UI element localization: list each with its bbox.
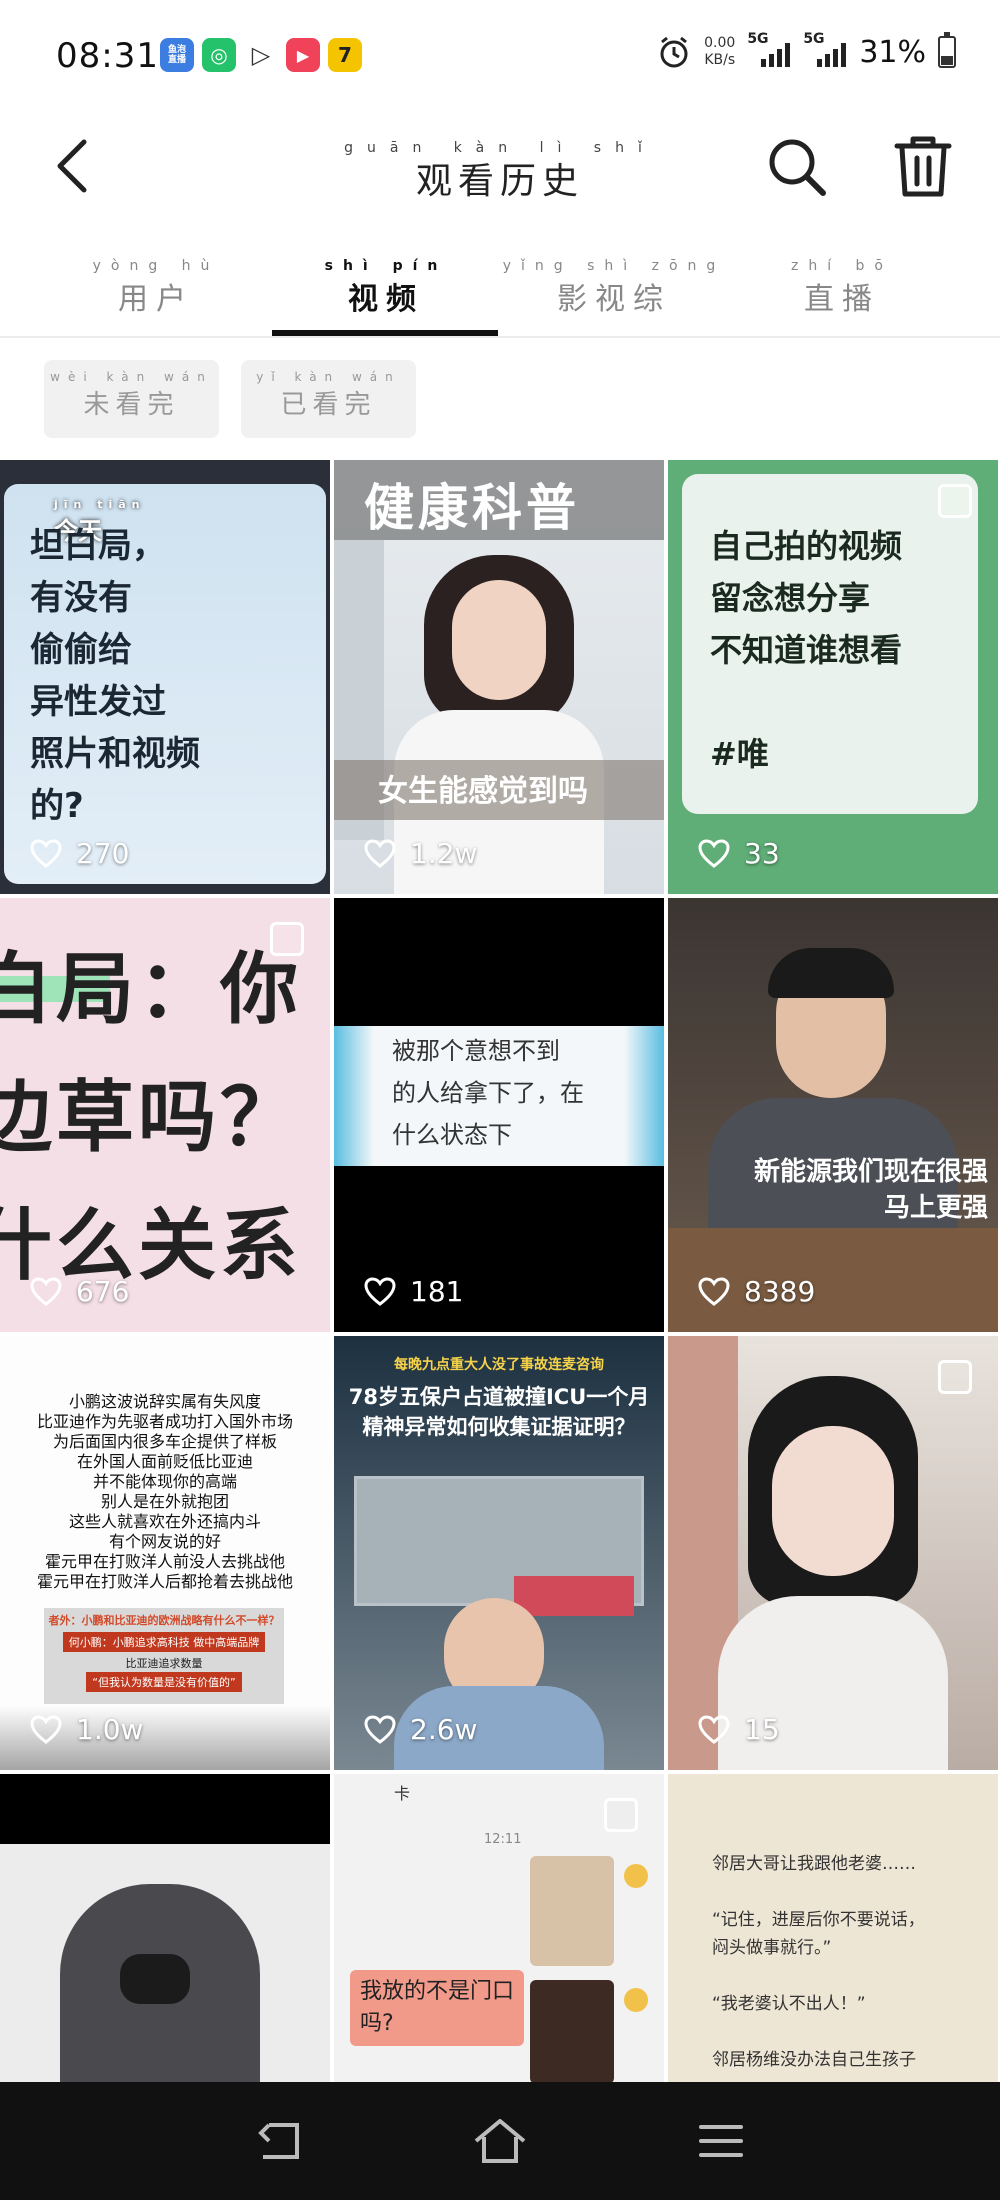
thumb-inset: 者外：小鹏和比亚迪的欧洲战略有什么不一样？ 何小鹏：小鹏追求高科技 做中高端品牌… (44, 1608, 284, 1704)
nav-menu-button[interactable] (686, 2106, 756, 2176)
battery-icon (938, 32, 956, 68)
likes-count: 270 (30, 837, 129, 870)
thumb-top-text: 每晚九点重大人没了事故连麦咨询 (394, 1357, 604, 1373)
thumb-overlay-text: 白局：你 边草吗？ 什么关系 (0, 945, 303, 1291)
thumb-top-text: 健康科普 (364, 479, 580, 537)
net-speed-unit: KB/s (704, 52, 736, 68)
video-thumb-7[interactable]: 小鹏这波说辞实属有失风度 比亚迪作为先驱者成功打入国外市场 为后面国内很多车企提… (0, 1336, 330, 1770)
filter-finished-chip[interactable]: yǐ kàn wán 已看完 (241, 360, 416, 438)
select-checkbox[interactable] (270, 922, 304, 956)
likes-count: 676 (30, 1275, 129, 1308)
video-thumb-12[interactable]: 邻居大哥让我跟他老婆…… “记住，进屋后你不要说话， 闷头做事就行。” “我老婆… (668, 1774, 998, 2084)
likes-count: 15 (698, 1713, 780, 1746)
heart-icon (698, 1714, 730, 1744)
chat-time: 12:11 (484, 1832, 522, 1847)
battery-text: 31% (859, 34, 926, 70)
likes-count: 1.0w (30, 1713, 143, 1746)
heart-icon (364, 838, 396, 868)
play-app-icon: ▷ (244, 38, 278, 72)
select-checkbox[interactable] (938, 484, 972, 518)
video-app-icon: ▶ (286, 38, 320, 72)
thumb-caption: 78岁五保户占道被撞ICU一个月 精神异常如何收集证据证明？ (348, 1385, 650, 1439)
nav-back-button[interactable] (245, 2106, 315, 2176)
tab-videos[interactable]: shì pín 视频 (272, 250, 500, 338)
video-thumb-11[interactable]: 卡 12:11 我放的不是门口 吗? (334, 1774, 664, 2084)
thumb-caption: 新能源我们现在很强 马上更强 (753, 1157, 988, 1223)
select-checkbox[interactable] (938, 1360, 972, 1394)
page-title-text: 观看历史 (415, 161, 584, 202)
home-icon (474, 2119, 526, 2163)
thumb-overlay-text: 邻居大哥让我跟他老婆…… “记住，进屋后你不要说话， 闷头做事就行。” “我老婆… (712, 1854, 925, 2070)
video-thumb-10[interactable] (0, 1774, 330, 2084)
video-thumb-5[interactable]: 被那个意想不到 的人给拿下了，在 什么状态下 181 (334, 898, 664, 1332)
video-thumb-4[interactable]: 白局：你 边草吗？ 什么关系 676 (0, 898, 330, 1332)
chat-bubble: 我放的不是门口 吗? (350, 1970, 525, 2046)
search-icon (769, 139, 826, 196)
page-title: guān kàn lì shǐ 观看历史 (0, 140, 1000, 204)
filter-unfinished-chip[interactable]: wèi kàn wán 未看完 (44, 360, 219, 438)
qimao-app-icon: 7 (328, 38, 362, 72)
yuqi-live-icon: 鱼泡 直播 (160, 38, 194, 72)
camera-app-icon: ◎ (202, 38, 236, 72)
thumb-overlay-text: 坦白局， 有没有 偷偷给 异性发过 照片和视频 的? (30, 526, 200, 826)
heart-icon (698, 1276, 730, 1306)
delete-button[interactable] (888, 132, 958, 202)
alarm-icon (660, 36, 688, 68)
video-thumb-1[interactable]: jīn tiān 今天 坦白局， 有没有 偷偷给 异性发过 照片和视频 的? 2… (0, 460, 330, 894)
nav-home-button[interactable] (465, 2106, 535, 2176)
tab-live[interactable]: zhí bō 直播 (728, 250, 956, 338)
select-checkbox[interactable] (604, 1798, 638, 1832)
likes-count: 181 (364, 1275, 463, 1308)
thumb-overlay-text: 被那个意想不到 的人给拿下了，在 什么状态下 (392, 1037, 584, 1149)
category-tabs: yòng hù 用户 shì pín 视频 yǐng shì zōng 影视综 … (0, 250, 1000, 338)
heart-icon (698, 838, 730, 868)
video-thumb-8[interactable]: 每晚九点重大人没了事故连麦咨询 78岁五保户占道被撞ICU一个月 精神异常如何收… (334, 1336, 664, 1770)
signal-sim1-icon: 5G (747, 31, 791, 67)
trash-icon (894, 136, 952, 197)
status-bar: 08:31 鱼泡 直播 ◎ ▷ ▶ 7 0.00 KB/s 5G 5G 31% (0, 0, 1000, 110)
net-speed: 0.00 KB/s (704, 35, 735, 69)
status-right: 0.00 KB/s 5G 5G 31% (656, 31, 956, 70)
heart-icon (30, 1714, 62, 1744)
page-title-pinyin: guān kàn lì shǐ (344, 140, 656, 156)
video-thumb-6[interactable]: 新能源我们现在很强 马上更强 8389 (668, 898, 998, 1332)
thumb-overlay-text: 自己拍的视频 留念想分享 不知道谁想看 #唯 (710, 527, 903, 773)
nav-back-icon (258, 2123, 299, 2159)
video-thumb-9[interactable]: 15 (668, 1336, 998, 1770)
tab-film-tv-variety[interactable]: yǐng shì zōng 影视综 (500, 250, 728, 338)
system-nav-bar (0, 2082, 1000, 2200)
likes-count: 33 (698, 837, 780, 870)
tab-users[interactable]: yòng hù 用户 (42, 250, 270, 338)
likes-count: 2.6w (364, 1713, 477, 1746)
status-app-icons: 鱼泡 直播 ◎ ▷ ▶ 7 (160, 38, 362, 72)
heart-icon (364, 1714, 396, 1744)
thumb-overlay-text: 小鹏这波说辞实属有失风度 比亚迪作为先驱者成功打入国外市场 为后面国内很多车企提… (36, 1392, 293, 1591)
heart-icon (30, 1276, 62, 1306)
search-button[interactable] (762, 132, 832, 202)
status-time: 08:31 (56, 36, 159, 76)
likes-count: 8389 (698, 1275, 815, 1308)
chat-top-text: 卡 (394, 1784, 411, 1803)
active-tab-indicator (272, 330, 498, 336)
likes-count: 1.2w (364, 837, 477, 870)
video-thumb-2[interactable]: 健康科普 女生能感觉到吗 1.2w (334, 460, 664, 894)
thumb-caption: 女生能感觉到吗 (378, 774, 588, 809)
net-speed-value: 0.00 (704, 35, 736, 51)
signal-sim2-icon: 5G (803, 31, 847, 67)
filter-chips: wèi kàn wán 未看完 yǐ kàn wán 已看完 (44, 360, 416, 438)
heart-icon (30, 838, 62, 868)
menu-icon (699, 2125, 743, 2157)
app-header: guān kàn lì shǐ 观看历史 (0, 110, 1000, 230)
heart-icon (364, 1276, 396, 1306)
video-thumb-3[interactable]: 自己拍的视频 留念想分享 不知道谁想看 #唯 33 (668, 460, 998, 894)
